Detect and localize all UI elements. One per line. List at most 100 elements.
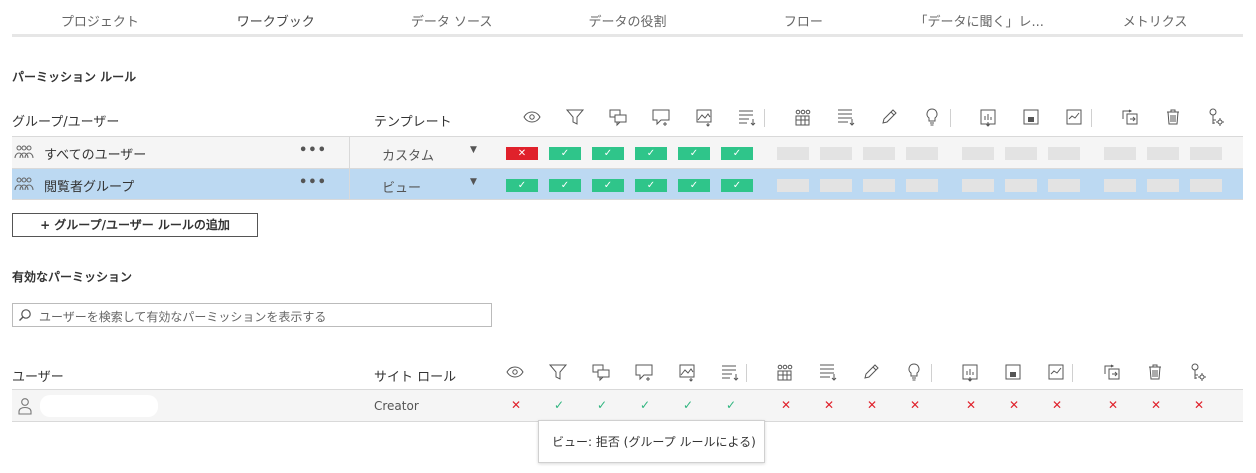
capability-allow-cell[interactable]: ✓ — [592, 147, 624, 160]
capability-none-cell[interactable] — [1190, 147, 1222, 160]
effective-allow-mark[interactable]: ✓ — [595, 398, 609, 412]
web-edit-icon — [978, 107, 998, 127]
permission-rules-title: パーミッション ルール — [12, 70, 137, 84]
template-select[interactable]: ビュー — [382, 177, 421, 196]
effective-deny-mark[interactable]: ✕ — [1007, 398, 1021, 412]
capability-none-cell[interactable] — [1190, 179, 1222, 192]
capability-none-cell[interactable] — [1005, 179, 1037, 192]
download-data-icon — [836, 107, 856, 127]
view-icon — [505, 362, 525, 382]
export-image-icon — [694, 107, 714, 127]
tab-projects[interactable]: プロジェクト — [12, 0, 188, 37]
capability-allow-cell[interactable]: ✓ — [721, 179, 753, 192]
capability-allow-cell[interactable]: ✓ — [592, 179, 624, 192]
capability-none-cell[interactable] — [906, 179, 938, 192]
divider — [349, 169, 350, 200]
comments-icon — [591, 362, 611, 382]
capability-none-cell[interactable] — [1147, 147, 1179, 160]
capability-none-cell[interactable] — [1104, 147, 1136, 160]
download-data-icon — [818, 362, 838, 382]
tab-metrics[interactable]: メトリクス — [1067, 0, 1243, 37]
effective-user-row[interactable]: Creator ✕ ✓ ✓ ✓ ✓ ✓ ✕ ✕ ✕ ✕ ✕ ✕ ✕ ✕ ✕ ✕ — [12, 389, 1243, 422]
download-workbook-icon — [1064, 107, 1084, 127]
capability-allow-cell[interactable]: ✓ — [721, 147, 753, 160]
explain-icon — [922, 107, 942, 127]
capability-allow-cell[interactable]: ✓ — [635, 147, 667, 160]
effective-deny-mark[interactable]: ✕ — [1106, 398, 1120, 412]
divider — [349, 137, 350, 168]
capability-none-cell[interactable] — [1048, 179, 1080, 192]
effective-deny-mark[interactable]: ✕ — [779, 398, 793, 412]
template-select[interactable]: カスタム — [382, 145, 434, 164]
dropdown-caret-icon[interactable]: ▼ — [470, 177, 477, 187]
more-actions-button[interactable]: ••• — [299, 143, 327, 158]
capability-none-cell[interactable] — [1048, 147, 1080, 160]
effective-allow-mark[interactable]: ✓ — [638, 398, 652, 412]
col-group-user: グループ/ユーザー — [12, 115, 120, 130]
effective-deny-mark[interactable]: ✕ — [1050, 398, 1064, 412]
rule-row[interactable]: すべてのユーザー ••• カスタム ▼ ✕ ✓ ✓ ✓ ✓ ✓ — [12, 136, 1243, 168]
capability-allow-cell[interactable]: ✓ — [635, 179, 667, 192]
capability-none-cell[interactable] — [962, 147, 994, 160]
capability-allow-cell[interactable]: ✓ — [506, 179, 538, 192]
effective-deny-mark[interactable]: ✕ — [964, 398, 978, 412]
effective-allow-mark[interactable]: ✓ — [552, 398, 566, 412]
capability-deny-cell[interactable]: ✕ — [506, 147, 538, 160]
site-role: Creator — [374, 399, 419, 413]
edit-icon — [879, 107, 899, 127]
capability-none-cell[interactable] — [1005, 147, 1037, 160]
more-actions-button[interactable]: ••• — [299, 175, 327, 190]
capability-none-cell[interactable] — [777, 147, 809, 160]
edit-icon — [861, 362, 881, 382]
summary-data-icon — [737, 107, 757, 127]
dropdown-caret-icon[interactable]: ▼ — [470, 145, 477, 155]
rule-row[interactable]: 閲覧者グループ ••• ビュー ▼ ✓ ✓ ✓ ✓ ✓ ✓ — [12, 168, 1243, 200]
icon-group-divider — [931, 364, 932, 382]
icon-group-divider — [1072, 364, 1073, 382]
capability-allow-cell[interactable]: ✓ — [549, 179, 581, 192]
effective-table-header: ユーザー サイト ロール — [12, 362, 1243, 388]
capability-none-cell[interactable] — [962, 179, 994, 192]
add-group-user-rule-button[interactable]: + グループ/ユーザー ルールの追加 — [12, 213, 258, 237]
save-icon — [1021, 107, 1041, 127]
set-permissions-icon — [1206, 107, 1226, 127]
user-name-redacted — [40, 395, 158, 417]
capability-none-cell[interactable] — [906, 147, 938, 160]
col-user: ユーザー — [12, 370, 64, 385]
effective-allow-mark[interactable]: ✓ — [681, 398, 695, 412]
capability-none-cell[interactable] — [1147, 179, 1179, 192]
capability-none-cell[interactable] — [820, 179, 852, 192]
capability-none-cell[interactable] — [777, 179, 809, 192]
icon-group-divider — [1091, 109, 1092, 127]
tab-ask-data-lenses[interactable]: 「データに聞く」レ... — [891, 0, 1067, 37]
icon-group-divider — [746, 364, 747, 382]
user-search-input[interactable]: ユーザーを検索して有効なパーミッションを表示する — [12, 303, 492, 327]
comments-icon — [608, 107, 628, 127]
tab-data-roles[interactable]: データの役割 — [540, 0, 716, 37]
delete-icon — [1145, 362, 1165, 382]
capability-none-cell[interactable] — [820, 147, 852, 160]
capability-allow-cell[interactable]: ✓ — [678, 179, 710, 192]
effective-deny-mark[interactable]: ✕ — [865, 398, 879, 412]
effective-permissions-title: 有効なパーミッション — [12, 270, 133, 284]
effective-deny-mark[interactable]: ✕ — [908, 398, 922, 412]
tab-data-sources[interactable]: データ ソース — [364, 0, 540, 37]
capability-allow-cell[interactable]: ✓ — [549, 147, 581, 160]
effective-deny-mark[interactable]: ✕ — [1149, 398, 1163, 412]
move-icon — [1120, 107, 1140, 127]
capability-none-cell[interactable] — [1104, 179, 1136, 192]
search-icon — [19, 309, 31, 321]
capability-none-cell[interactable] — [863, 179, 895, 192]
effective-deny-mark[interactable]: ✕ — [822, 398, 836, 412]
effective-allow-mark[interactable]: ✓ — [724, 398, 738, 412]
tab-flows[interactable]: フロー — [715, 0, 891, 37]
effective-deny-mark[interactable]: ✕ — [509, 398, 523, 412]
user-icon — [18, 398, 32, 415]
tab-workbooks[interactable]: ワークブック — [188, 0, 364, 37]
capability-none-cell[interactable] — [863, 147, 895, 160]
effective-deny-mark[interactable]: ✕ — [1192, 398, 1206, 412]
add-comment-icon — [651, 107, 671, 127]
full-data-icon — [775, 362, 795, 382]
capability-allow-cell[interactable]: ✓ — [678, 147, 710, 160]
rules-table-header: グループ/ユーザー テンプレート — [12, 107, 1243, 133]
